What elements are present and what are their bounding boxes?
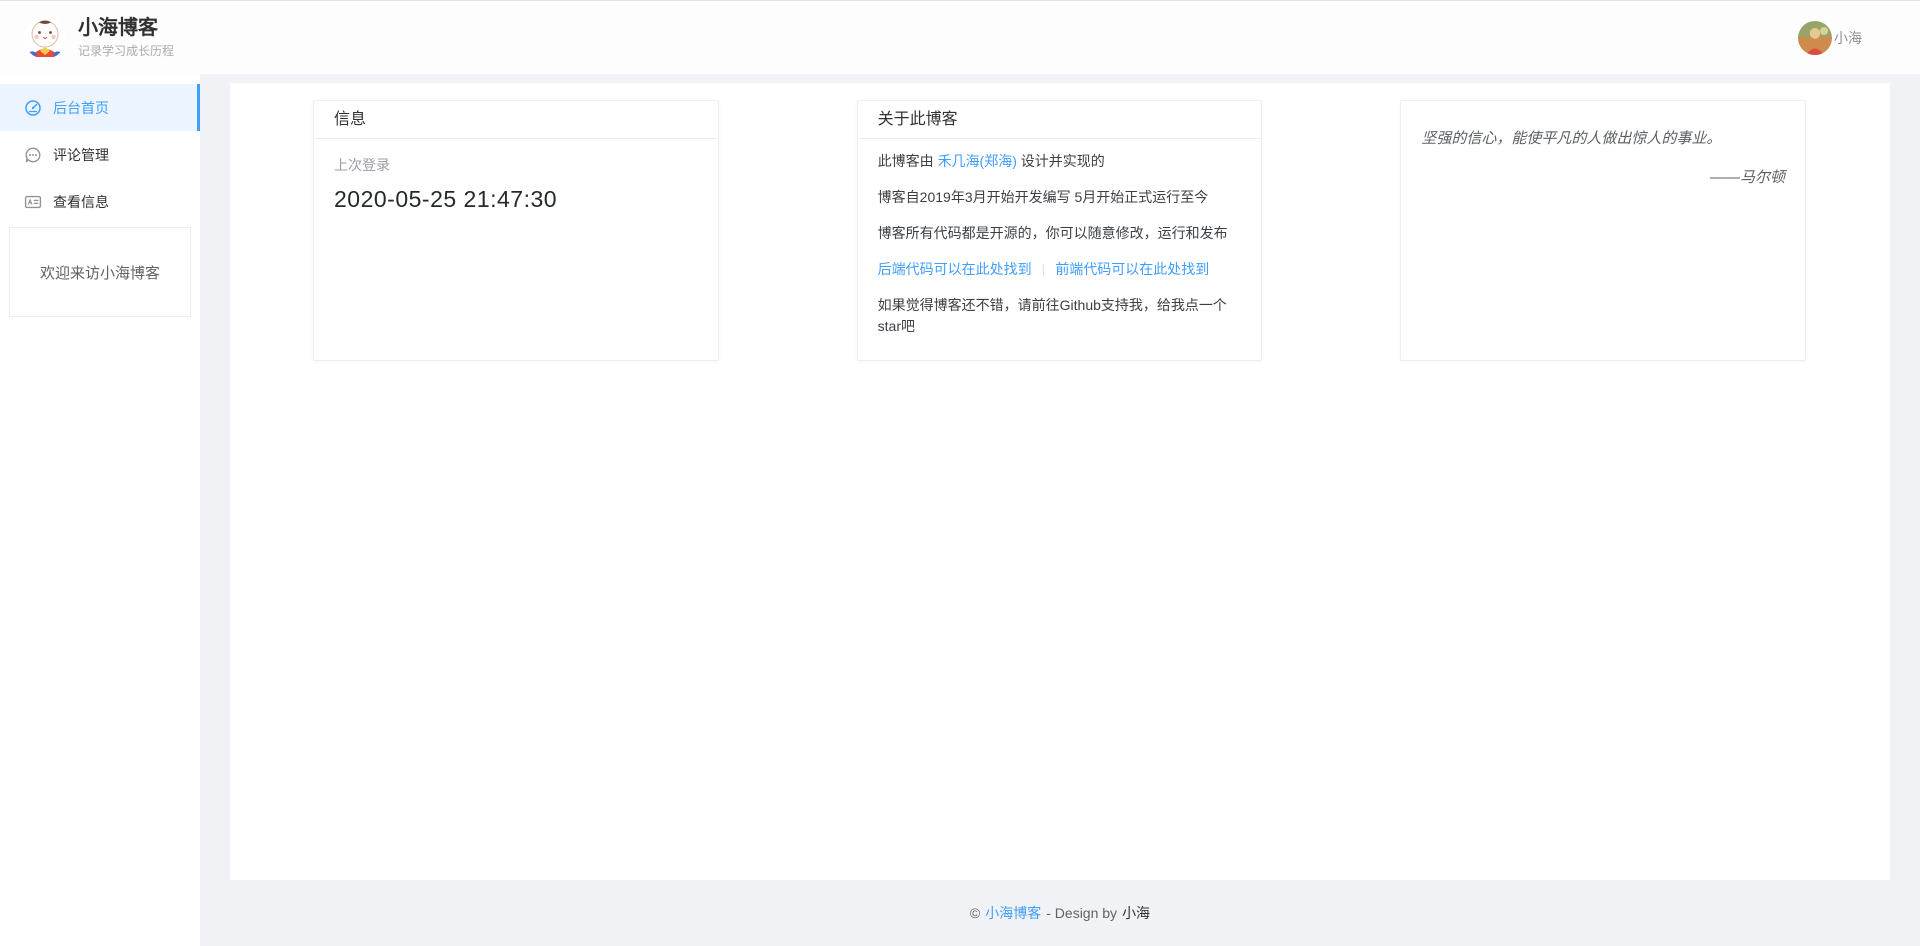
site-logo [24,17,66,59]
id-card-icon [24,193,42,211]
sidebar-item-label: 评论管理 [53,145,109,165]
frontend-code-link[interactable]: 前端代码可以在此处找到 [1055,261,1209,277]
about-line-history: 博客自2019年3月开始开发编写 5月开始正式运行至今 [878,187,1242,208]
footer-author: 小海 [1122,903,1150,923]
sidebar-item-comments[interactable]: 评论管理 [0,131,200,178]
sidebar-item-dashboard[interactable]: 后台首页 [0,84,200,131]
welcome-text: 欢迎来访小海博客 [40,262,160,283]
top-bar: 小海博客 记录学习成长历程 小海 [0,0,1920,74]
user-menu[interactable]: 小海 [1798,21,1862,55]
about-line-author: 此博客由 禾几海(郑海) 设计并实现的 [878,151,1242,172]
info-card-title: 信息 [314,101,718,139]
cat-mascot-icon [24,17,66,59]
footer: © 小海博客 - Design by 小海 [230,880,1890,946]
about-author-suffix: 设计并实现的 [1017,153,1105,169]
info-card-body: 上次登录 2020-05-25 21:47:30 [314,139,718,229]
sidebar-item-label: 查看信息 [53,192,109,212]
sidebar-item-view-info[interactable]: 查看信息 [0,178,200,225]
backend-code-link[interactable]: 后端代码可以在此处找到 [878,261,1032,277]
last-login-label: 上次登录 [334,155,698,175]
footer-middle-text: - Design by [1046,905,1117,921]
info-card: 信息 上次登录 2020-05-25 21:47:30 [313,100,719,361]
about-line-star: 如果觉得博客还不错，请前往Github支持我，给我点一个star吧 [878,295,1242,337]
user-name[interactable]: 小海 [1834,28,1862,48]
avatar-image-icon [1798,21,1832,55]
app-body: 后台首页 评论管理 查看信息 [0,74,1920,946]
content-panel: 信息 上次登录 2020-05-25 21:47:30 关于此博客 此博客由 禾… [230,83,1890,880]
quote-card-body: 坚强的信心，能使平凡的人做出惊人的事业。 ——马尔顿 [1401,101,1805,215]
footer-site-link[interactable]: 小海博客 [985,903,1041,923]
about-card: 关于此博客 此博客由 禾几海(郑海) 设计并实现的 博客自2019年3月开始开发… [857,100,1263,361]
last-login-time: 2020-05-25 21:47:30 [334,186,698,213]
sidebar: 后台首页 评论管理 查看信息 [0,74,200,946]
site-identity: 小海博客 记录学习成长历程 [78,17,174,59]
quote-card: 坚强的信心，能使平凡的人做出惊人的事业。 ——马尔顿 [1400,100,1806,361]
copyright-symbol: © [970,905,980,921]
about-card-body: 此博客由 禾几海(郑海) 设计并实现的 博客自2019年3月开始开发编写 5月开… [858,139,1262,337]
user-avatar[interactable] [1798,21,1832,55]
site-title: 小海博客 [78,17,174,39]
quote-author: ——马尔顿 [1421,166,1785,187]
about-author-prefix: 此博客由 [878,153,938,169]
about-card-title: 关于此博客 [858,101,1262,139]
comment-icon [24,146,42,164]
quote-text: 坚强的信心，能使平凡的人做出惊人的事业。 [1421,129,1785,149]
sidebar-item-label: 后台首页 [53,98,109,118]
about-line-code-links: 后端代码可以在此处找到 | 前端代码可以在此处找到 [878,259,1242,280]
welcome-box: 欢迎来访小海博客 [9,227,191,317]
dashboard-icon [24,99,42,117]
link-separator: | [1042,261,1046,277]
about-line-opensource: 博客所有代码都是开源的，你可以随意修改，运行和发布 [878,223,1242,244]
main-area: 信息 上次登录 2020-05-25 21:47:30 关于此博客 此博客由 禾… [200,74,1920,946]
author-link[interactable]: 禾几海(郑海) [938,153,1017,169]
site-subtitle: 记录学习成长历程 [78,42,174,59]
